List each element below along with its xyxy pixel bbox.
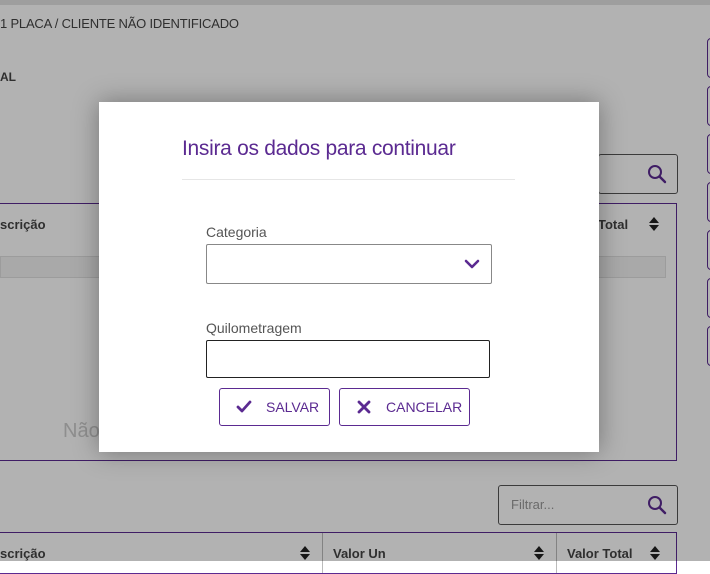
- check-icon: [236, 400, 252, 413]
- mileage-label: Quilometragem: [206, 320, 302, 336]
- modal-title: Insira os dados para continuar: [182, 137, 456, 160]
- cancel-button-label: CANCELAR: [386, 399, 463, 415]
- data-entry-modal: Insira os dados para continuar Categoria…: [99, 102, 599, 452]
- modal-divider: [182, 179, 515, 180]
- save-button[interactable]: SALVAR: [219, 388, 330, 426]
- category-select[interactable]: [206, 244, 492, 284]
- save-button-label: SALVAR: [266, 399, 320, 415]
- category-label: Categoria: [206, 224, 267, 240]
- close-icon: [357, 400, 371, 414]
- mileage-input[interactable]: [206, 340, 490, 378]
- cancel-button[interactable]: CANCELAR: [339, 388, 470, 426]
- chevron-down-icon[interactable]: [464, 257, 480, 271]
